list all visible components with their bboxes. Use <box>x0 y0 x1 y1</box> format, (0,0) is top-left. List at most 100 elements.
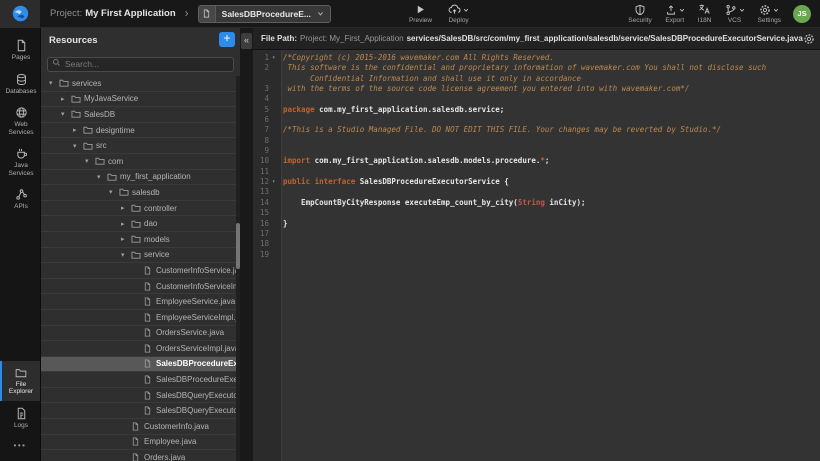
topbar-action-export[interactable]: Export <box>665 3 685 24</box>
collapse-panel-button[interactable]: « <box>241 33 252 49</box>
tree-item-ordersserviceimpl-java[interactable]: OrdersServiceImpl.java <box>41 341 240 357</box>
line-number: 14 <box>253 198 272 208</box>
code-line: 14 EmpCountByCityResponse executeEmp_cou… <box>253 198 820 208</box>
i18n-label: I18N <box>698 17 712 24</box>
tree-item-salesdbqueryexecutorservice-java[interactable]: SalesDBQueryExecutorService.java <box>41 388 240 404</box>
fold-gutter <box>272 219 279 229</box>
add-resource-button[interactable]: + <box>219 32 235 47</box>
search-input[interactable] <box>47 57 234 72</box>
tree-expand-arrow-down-icon[interactable]: ▾ <box>97 173 107 181</box>
rail-item-logs[interactable]: Logs <box>0 401 40 435</box>
wavemaker-logo[interactable] <box>0 0 40 28</box>
tree-item-services[interactable]: ▾services <box>41 76 240 92</box>
line-number: 6 <box>253 115 272 125</box>
tree-item-salesdb[interactable]: ▾SalesDB <box>41 107 240 123</box>
tree-item-com[interactable]: ▾com <box>41 154 240 170</box>
tree-expand-arrow-down-icon[interactable]: ▾ <box>109 188 119 196</box>
tree-item-label: SalesDBQueryExecutorService.java <box>156 391 240 400</box>
line-number: 9 <box>253 146 272 156</box>
fold-gutter <box>272 167 279 177</box>
tree-item-salesdbprocedureexecutorserviceimpl-java[interactable]: SalesDBProcedureExecutorServiceImpl.java <box>41 372 240 388</box>
editor-settings-gear-icon[interactable] <box>803 33 815 45</box>
tree-expand-arrow-down-icon[interactable]: ▾ <box>121 251 131 259</box>
fold-gutter <box>272 229 279 239</box>
tree-item-employee-java[interactable]: Employee.java <box>41 435 240 451</box>
topbar-left-actions: Preview Deploy <box>409 3 469 24</box>
tree-item-ordersservice-java[interactable]: OrdersService.java <box>41 326 240 342</box>
tree-item-my-first-application[interactable]: ▾my_first_application <box>41 170 240 186</box>
tree-item-src[interactable]: ▾src <box>41 138 240 154</box>
code-editor[interactable]: 1▾/*Copyright (c) 2015-2016 wavemaker.co… <box>253 50 820 461</box>
tree-item-employeeservice-java[interactable]: EmployeeService.java <box>41 294 240 310</box>
tree-item-models[interactable]: ▸models <box>41 232 240 248</box>
topbar-action-security[interactable]: Security <box>628 3 651 24</box>
rail-item-web-services[interactable]: WebServices <box>0 100 40 141</box>
fold-gutter <box>272 239 279 249</box>
tree-item-salesdbprocedureexecutorservice-java[interactable]: SalesDBProcedureExecutorService.java <box>41 357 240 373</box>
tree-expand-arrow-right-icon[interactable]: ▸ <box>121 235 131 243</box>
tree-expand-arrow-right-icon[interactable]: ▸ <box>73 126 83 134</box>
tree-folder-icon <box>131 203 143 213</box>
tree-item-orders-java[interactable]: Orders.java <box>41 450 240 461</box>
fold-gutter <box>272 115 279 125</box>
fold-marker-icon[interactable]: ▾ <box>272 53 279 63</box>
more-options-button[interactable]: ••• <box>0 434 40 457</box>
fold-gutter <box>272 208 279 218</box>
tree-expand-arrow-down-icon[interactable]: ▾ <box>49 79 59 87</box>
fold-marker-icon[interactable]: ▾ <box>272 177 279 187</box>
rail-item-pages[interactable]: Pages <box>0 33 40 67</box>
line-number: 10 <box>253 156 272 166</box>
tree-item-label: OrdersService.java <box>156 328 224 337</box>
open-file-dropdown[interactable]: SalesDBProcedureE... <box>198 5 331 23</box>
topbar-action-settings[interactable]: Settings <box>758 3 782 24</box>
rail-item-databases[interactable]: Databases <box>0 67 40 101</box>
tree-file-icon <box>143 313 155 322</box>
tree-expand-arrow-right-icon[interactable]: ▸ <box>121 204 131 212</box>
fold-gutter <box>272 156 279 166</box>
rail-item-file-explorer[interactable]: FileExplorer <box>0 361 40 401</box>
file-icon <box>199 6 216 22</box>
topbar-action-vcs[interactable]: VCS <box>725 3 745 24</box>
tree-item-service[interactable]: ▾service <box>41 248 240 264</box>
tree-item-employeeserviceimpl-java[interactable]: EmployeeServiceImpl.java <box>41 310 240 326</box>
database-icon <box>15 73 28 86</box>
tree-item-customerinfoservice-java[interactable]: CustomerInfoService.java <box>41 263 240 279</box>
code-line: 17 <box>253 229 820 239</box>
topbar-action-deploy[interactable]: Deploy <box>448 3 469 24</box>
tree-item-dao[interactable]: ▸dao <box>41 216 240 232</box>
tree-item-designtime[interactable]: ▸designtime <box>41 123 240 139</box>
project-breadcrumb: Project:My First Application <box>50 8 176 19</box>
tree-file-icon <box>143 344 155 353</box>
tree-expand-arrow-down-icon[interactable]: ▾ <box>85 157 95 165</box>
code-line: 1▾/*Copyright (c) 2015-2016 wavemaker.co… <box>253 53 820 63</box>
tree-item-controller[interactable]: ▸controller <box>41 201 240 217</box>
tree-expand-arrow-right-icon[interactable]: ▸ <box>61 95 71 103</box>
tree-item-customerinfo-java[interactable]: CustomerInfo.java <box>41 419 240 435</box>
code-line: 19 <box>253 250 820 260</box>
line-number: 19 <box>253 250 272 260</box>
rail-item-apis[interactable]: APIs <box>0 182 40 216</box>
caret-down-icon <box>739 7 745 13</box>
tree-folder-icon <box>83 141 95 151</box>
chevron-right-icon: › <box>185 6 189 20</box>
topbar-action-preview[interactable]: Preview <box>409 3 432 24</box>
rail-item-java-services[interactable]: JavaServices <box>0 141 40 182</box>
topbar-action-i18n[interactable]: I18N <box>698 3 712 24</box>
tree-item-salesdb[interactable]: ▾salesdb <box>41 185 240 201</box>
line-number: 1 <box>253 53 272 63</box>
tree-expand-arrow-down-icon[interactable]: ▾ <box>61 110 71 118</box>
tree-expand-arrow-right-icon[interactable]: ▸ <box>121 220 131 228</box>
rail-item-label: WebServices <box>9 121 34 136</box>
code-line: 10import com.my_first_application.salesd… <box>253 156 820 166</box>
tree-item-salesdbqueryexecutorserviceimpl-java[interactable]: SalesDBQueryExecutorServiceImpl.java <box>41 403 240 419</box>
tree-expand-arrow-down-icon[interactable]: ▾ <box>73 142 83 150</box>
tree-item-customerinfoserviceimpl-java[interactable]: CustomerInfoServiceImpl.java <box>41 279 240 295</box>
resources-header: Resources + <box>41 28 240 52</box>
tree-item-myjavaservice[interactable]: ▸MyJavaService <box>41 92 240 108</box>
caret-down-icon <box>463 7 469 13</box>
avatar[interactable]: JS <box>793 5 811 23</box>
tree-file-icon <box>143 266 155 275</box>
code-line: 12▾public interface SalesDBProcedureExec… <box>253 177 820 187</box>
tree-file-icon <box>143 328 155 337</box>
topbar: Project:My First Application › SalesDBPr… <box>0 0 820 28</box>
